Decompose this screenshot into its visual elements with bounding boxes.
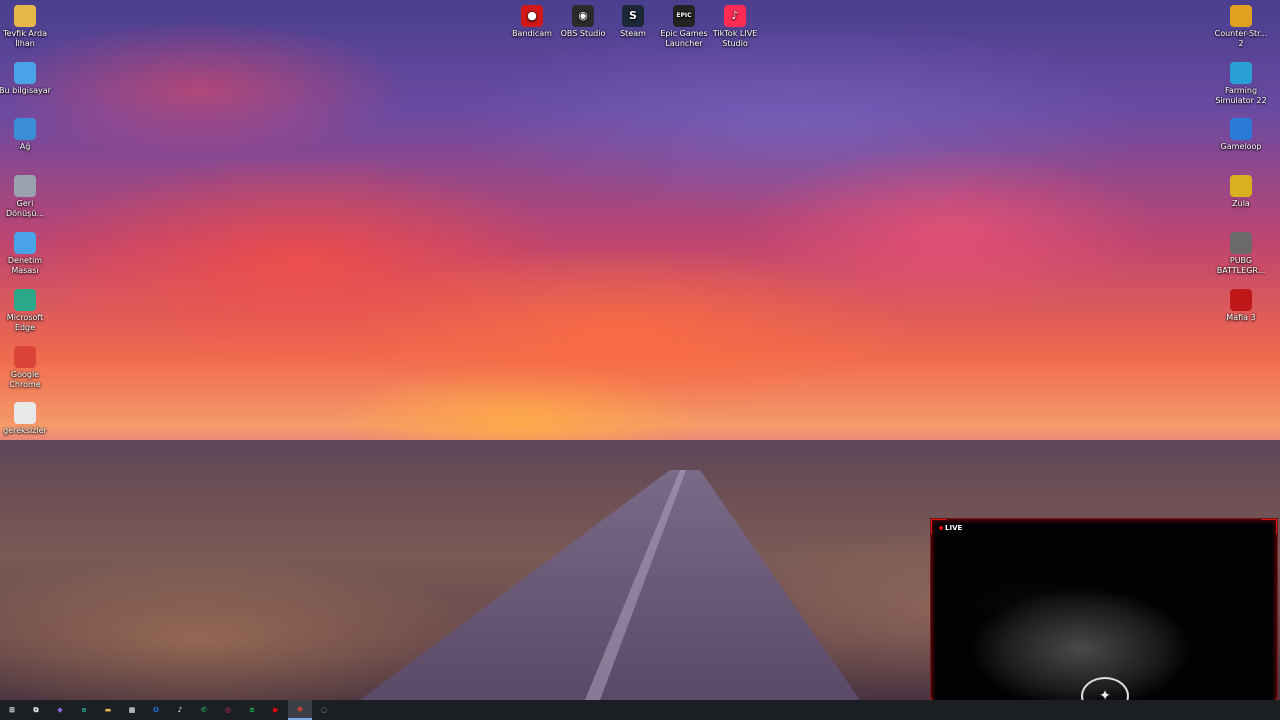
live-badge: LIVE <box>939 524 962 532</box>
desktop-shortcut-label: Bu bilgisayar <box>0 86 51 95</box>
taskbar: ⊞ ⧉ ◆ e ▬ ▦ O ♪ ✆ ◎ ≋ ▶ ◉ ◌ <box>0 700 1280 720</box>
copilot-icon: ◆ <box>57 706 63 714</box>
pubg-icon <box>1230 232 1252 254</box>
network-icon <box>14 118 36 140</box>
sunset-sky <box>0 0 1280 445</box>
desktop-shortcut-label: Counter-Str... 2 <box>1214 29 1268 48</box>
webcam-overlay: LIVE ✦ <box>930 518 1278 714</box>
desktop-shortcut[interactable]: Microsoft Edge <box>0 289 53 333</box>
store-icon: ▦ <box>128 706 136 714</box>
desktop-shortcut[interactable]: PUBG BATTLEGR... <box>1213 232 1269 276</box>
edge-icon: e <box>81 706 87 714</box>
desktop-shortcut-label: gereksizler <box>3 426 47 435</box>
instagram-icon[interactable]: ◎ <box>216 700 240 720</box>
edge-icon[interactable]: e <box>72 700 96 720</box>
chrome-icon[interactable]: ◉ <box>288 700 312 720</box>
store-icon[interactable]: ▦ <box>120 700 144 720</box>
desktop-shortcut-label: Mafia 3 <box>1226 313 1256 322</box>
frame-corner <box>1262 519 1277 534</box>
spotify-icon[interactable]: ≋ <box>240 700 264 720</box>
spotify-icon: ≋ <box>249 706 255 714</box>
tiktok-icon: ♪ <box>177 706 183 714</box>
desktop-shortcut-label: Geri Dönüşü... <box>5 199 45 218</box>
computer-icon <box>14 62 36 84</box>
desktop-shortcut[interactable]: Geri Dönüşü... <box>0 175 53 219</box>
desktop-shortcut-label: Microsoft Edge <box>6 313 44 332</box>
desktop-shortcut[interactable]: S Steam <box>605 5 661 39</box>
outlook-icon: O <box>153 706 159 714</box>
start-button[interactable]: ⊞ <box>0 700 24 720</box>
obs-icon: ◉ <box>572 5 594 27</box>
instagram-icon: ◎ <box>224 706 232 714</box>
steam-icon: S <box>622 5 644 27</box>
desktop-shortcut-label: Ağ <box>19 142 31 151</box>
bandicam-icon: ● <box>521 5 543 27</box>
epic-games-icon: EPIC <box>673 5 695 27</box>
tiktok-icon[interactable]: ♪ <box>168 700 192 720</box>
desktop-shortcut[interactable]: Ağ <box>0 118 53 152</box>
desktop-shortcut-label: Epic Games Launcher <box>660 29 708 48</box>
desktop-shortcut[interactable]: Tevfik Arda İlhan <box>0 5 53 49</box>
desktop-shortcut-label: Bandicam <box>512 29 552 38</box>
control-panel-icon <box>14 232 36 254</box>
youtube-icon: ▶ <box>273 706 279 714</box>
desktop-shortcut[interactable]: Denetim Masası <box>0 232 53 276</box>
whatsapp-icon[interactable]: ✆ <box>192 700 216 720</box>
desktop-shortcut-label: TikTok LIVE Studio <box>712 29 758 48</box>
desktop-shortcut[interactable]: ♪ TikTok LIVE Studio <box>707 5 763 49</box>
counter-strike-icon <box>1230 5 1252 27</box>
desktop-shortcut-label: OBS Studio <box>560 29 606 38</box>
zula-icon <box>1230 175 1252 197</box>
desktop-shortcut[interactable]: ● Bandicam <box>504 5 560 39</box>
task-view-button-glyph-icon: ⧉ <box>33 705 39 714</box>
desktop-shortcut[interactable]: Gameloop <box>1213 118 1269 152</box>
chrome-icon <box>14 346 36 368</box>
desktop-shortcut[interactable]: ◉ OBS Studio <box>555 5 611 39</box>
desktop-shortcut-label: PUBG BATTLEGR... <box>1216 256 1266 275</box>
obs-icon: ◌ <box>320 706 328 714</box>
desktop-shortcut-label: Google Chrome <box>9 370 41 389</box>
desktop-shortcut[interactable]: gereksizler <box>0 402 53 436</box>
desktop-shortcut-label: Zula <box>1232 199 1250 208</box>
file-icon <box>14 402 36 424</box>
desktop-shortcut[interactable]: Google Chrome <box>0 346 53 390</box>
file-explorer-icon: ▬ <box>104 706 112 714</box>
desktop-shortcut[interactable]: Farming Simulator 22 <box>1213 62 1269 106</box>
edge-icon <box>14 289 36 311</box>
desktop-shortcut-label: Denetim Masası <box>7 256 43 275</box>
file-explorer-icon[interactable]: ▬ <box>96 700 120 720</box>
desktop-shortcut-label: Steam <box>620 29 646 38</box>
desktop-shortcut[interactable]: Mafia 3 <box>1213 289 1269 323</box>
folder-user-icon <box>14 5 36 27</box>
desktop-shortcut-label: Gameloop <box>1220 142 1262 151</box>
desktop-shortcut-label: Tevfik Arda İlhan <box>3 29 47 48</box>
chrome-icon: ◉ <box>296 705 304 713</box>
youtube-icon[interactable]: ▶ <box>264 700 288 720</box>
farming-simulator-icon <box>1230 62 1252 84</box>
start-button-glyph-icon: ⊞ <box>9 706 15 714</box>
gameloop-icon <box>1230 118 1252 140</box>
outlook-icon[interactable]: O <box>144 700 168 720</box>
desktop-shortcut-label: Farming Simulator 22 <box>1215 86 1267 105</box>
desktop-shortcut[interactable]: Bu bilgisayar <box>0 62 53 96</box>
task-view-button[interactable]: ⧉ <box>24 700 48 720</box>
mafia-icon <box>1230 289 1252 311</box>
desktop-shortcut[interactable]: EPIC Epic Games Launcher <box>656 5 712 49</box>
whatsapp-icon: ✆ <box>201 706 207 714</box>
copilot-icon[interactable]: ◆ <box>48 700 72 720</box>
tiktok-live-icon: ♪ <box>724 5 746 27</box>
obs-icon[interactable]: ◌ <box>312 700 336 720</box>
recycle-bin-icon <box>14 175 36 197</box>
desktop-shortcut[interactable]: Zula <box>1213 175 1269 209</box>
desktop-shortcut[interactable]: Counter-Str... 2 <box>1213 5 1269 49</box>
